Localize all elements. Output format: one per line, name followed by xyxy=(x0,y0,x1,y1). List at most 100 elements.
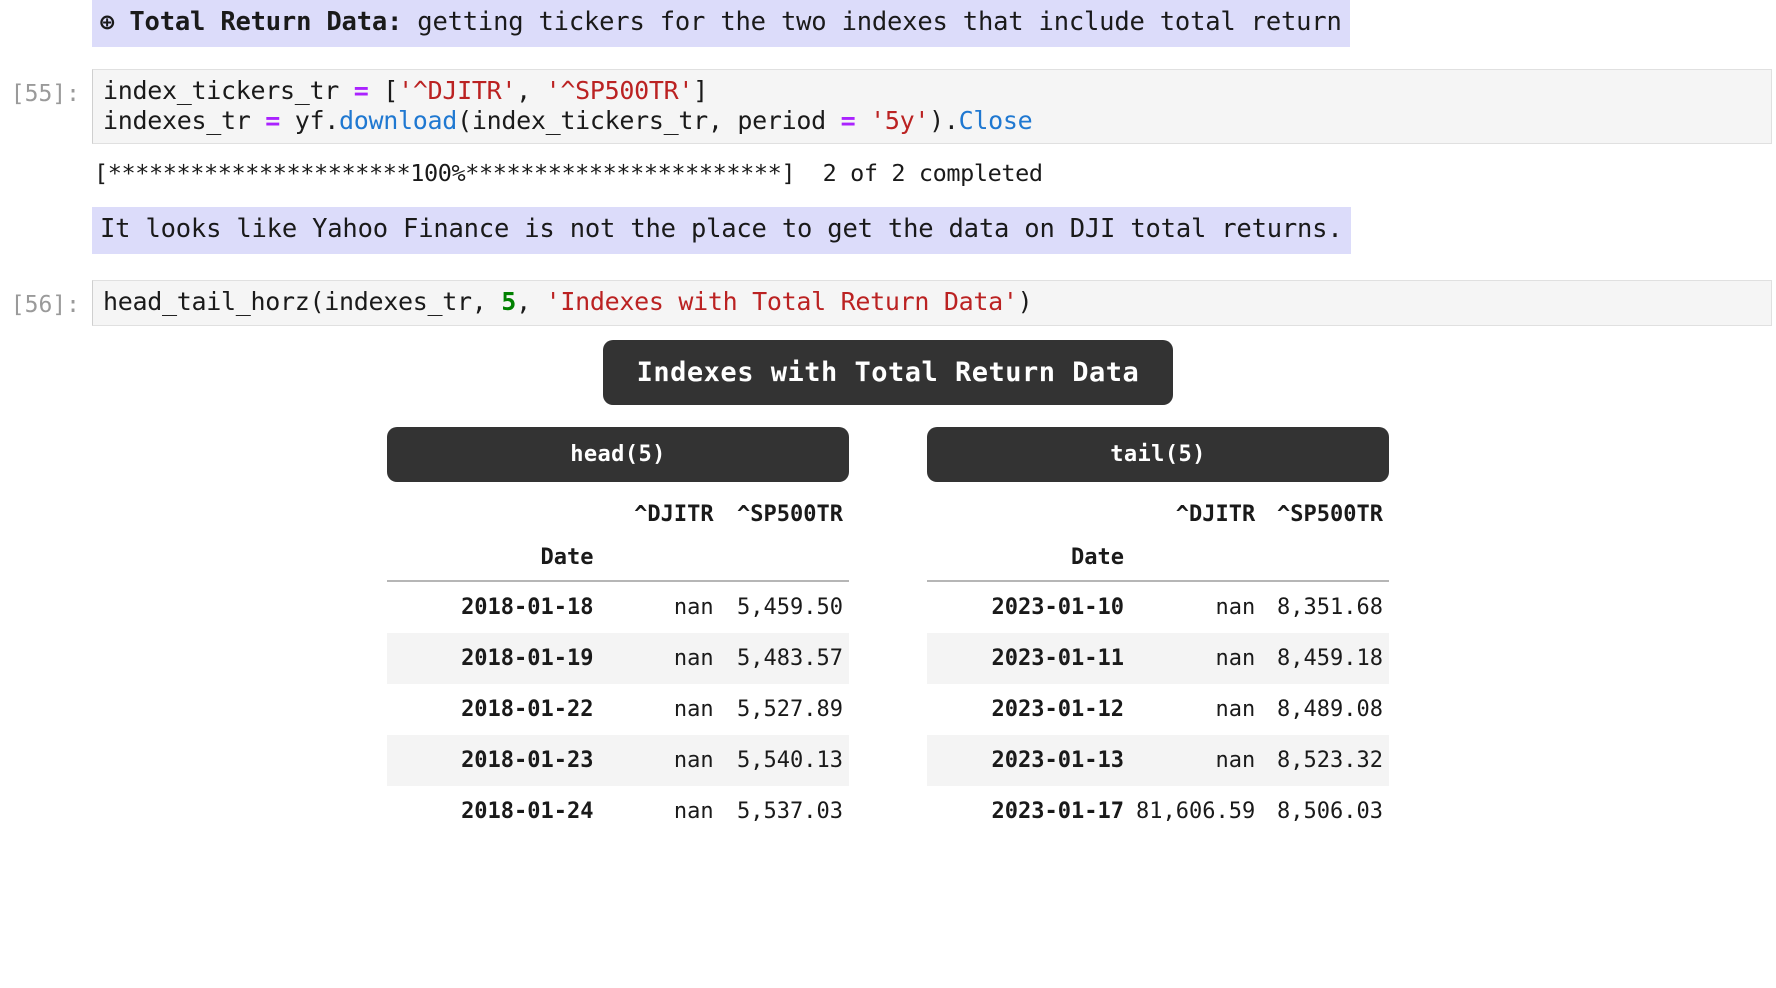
cell-djitr: nan xyxy=(1215,645,1256,671)
code-editor-56[interactable]: head_tail_horz(indexes_tr, 5, 'Indexes w… xyxy=(92,280,1772,326)
dataframe-title-banner: Indexes with Total Return Data xyxy=(602,339,1174,405)
markdown-rest-text: getting tickers for the two indexes that… xyxy=(402,7,1342,37)
cell-sp500tr: 8,459.18 xyxy=(1277,645,1383,671)
circled-plus-icon: ⊕ xyxy=(100,8,115,36)
cell-sp500tr: 8,489.08 xyxy=(1277,696,1383,722)
column-header-sp500tr: ^SP500TR xyxy=(737,501,843,527)
cell-sp500tr: 5,537.03 xyxy=(737,798,843,824)
corner-blank xyxy=(927,494,1130,533)
table-row: 2023-01-11 nan 8,459.18 xyxy=(927,632,1389,684)
cell-djitr: nan xyxy=(673,696,714,722)
cell-sp500tr: 5,540.13 xyxy=(737,747,843,773)
table-row: 2018-01-24 nan 5,537.03 xyxy=(387,785,849,837)
index-name-blank-1 xyxy=(1130,532,1262,582)
code-line-55-1: index_tickers_tr = ['^DJITR', '^SP500TR'… xyxy=(103,76,1771,106)
code-token: = xyxy=(353,76,369,106)
row-index: 2023-01-11 xyxy=(991,645,1124,671)
dataframe-block-head: head(5) ^DJITR ^SP500TR Date 2018-01-18 … xyxy=(387,426,849,837)
code-token: '^DJITR' xyxy=(398,76,517,106)
dataframe-block-tail: tail(5) ^DJITR ^SP500TR Date 2023-01-10 … xyxy=(927,426,1389,837)
cell-sp500tr: 5,459.50 xyxy=(737,594,843,620)
markdown-highlight-2: It looks like Yahoo Finance is not the p… xyxy=(92,206,1351,255)
index-name-blank-2 xyxy=(719,532,849,582)
download-progress-output: [**********************100%*************… xyxy=(94,159,1043,188)
jupyter-notebook: ⊕ Total Return Data: getting tickers for… xyxy=(0,0,1776,988)
cell-sp500tr: 8,506.03 xyxy=(1277,798,1383,824)
row-index: 2023-01-17 xyxy=(991,798,1124,824)
cell-djitr: nan xyxy=(673,594,714,620)
cell-sp500tr: 5,527.89 xyxy=(737,696,843,722)
code-token: Close xyxy=(958,105,1033,135)
row-index: 2018-01-19 xyxy=(461,645,594,671)
row-index: 2023-01-12 xyxy=(991,696,1124,722)
code-token: head_tail_horz(indexes_tr, xyxy=(103,287,502,317)
cell-djitr: nan xyxy=(1215,696,1256,722)
table-row: 2023-01-17 81,606.59 8,506.03 xyxy=(927,785,1389,837)
cell-djitr: nan xyxy=(673,747,714,773)
cell-djitr: 81,606.59 xyxy=(1136,798,1256,824)
markdown-bold-prefix: Total Return Data: xyxy=(129,7,403,37)
table-row: 2018-01-18 nan 5,459.50 xyxy=(387,580,849,633)
cell-sp500tr: 5,483.57 xyxy=(737,645,843,671)
table-row: 2023-01-12 nan 8,489.08 xyxy=(927,683,1389,735)
cell-djitr: nan xyxy=(673,645,714,671)
row-index: 2018-01-18 xyxy=(461,594,594,620)
dataframe-subtitle-head: head(5) xyxy=(387,426,849,482)
table-row: 2018-01-19 nan 5,483.57 xyxy=(387,632,849,684)
code-token: ] xyxy=(693,76,708,106)
code-token: ). xyxy=(929,105,959,135)
table-header-columns: ^DJITR ^SP500TR xyxy=(387,494,849,533)
cell-djitr: nan xyxy=(1215,594,1256,620)
code-token: indexes_tr xyxy=(103,105,266,135)
code-token: = xyxy=(840,105,856,135)
row-index: 2018-01-22 xyxy=(461,696,594,722)
code-line-55-2: indexes_tr = yf.download(index_tickers_t… xyxy=(103,106,1771,136)
cell-djitr: nan xyxy=(673,798,714,824)
code-token: (index_tickers_tr, period xyxy=(457,105,841,135)
code-token: download xyxy=(339,105,458,135)
cell-djitr: nan xyxy=(1215,747,1256,773)
code-cell-55[interactable]: [55]: index_tickers_tr = ['^DJITR', '^SP… xyxy=(0,69,1776,145)
row-index: 2023-01-13 xyxy=(991,747,1124,773)
table-header-index-name: Date xyxy=(927,532,1389,582)
stdout-gutter-55 xyxy=(0,144,92,199)
code-token: '^SP500TR' xyxy=(545,76,694,106)
code-token: , xyxy=(516,76,546,106)
markdown-cell-total-return-data[interactable]: ⊕ Total Return Data: getting tickers for… xyxy=(0,0,1776,48)
code-token: ) xyxy=(1017,287,1033,317)
dataframe-output: Indexes with Total Return Data head(5) ^… xyxy=(0,326,1776,837)
code-token: [ xyxy=(368,76,399,106)
table-row: 2018-01-23 nan 5,540.13 xyxy=(387,734,849,786)
table-row: 2023-01-13 nan 8,523.32 xyxy=(927,734,1389,786)
row-index: 2018-01-23 xyxy=(461,747,594,773)
stdout-row-55: [**********************100%*************… xyxy=(0,144,1776,199)
index-name-blank-1 xyxy=(599,532,720,582)
code-token: yf. xyxy=(280,105,340,135)
prompt-label-55: [55]: xyxy=(10,81,80,108)
markdown-cell-yahoo-note[interactable]: It looks like Yahoo Finance is not the p… xyxy=(0,206,1776,255)
code-token: 5 xyxy=(501,287,517,317)
code-token: = xyxy=(265,105,281,135)
code-editor-55[interactable]: index_tickers_tr = ['^DJITR', '^SP500TR'… xyxy=(92,69,1772,145)
column-header-sp500tr: ^SP500TR xyxy=(1277,501,1383,527)
table-row: 2018-01-22 nan 5,527.89 xyxy=(387,683,849,735)
cell-sp500tr: 8,351.68 xyxy=(1277,594,1383,620)
code-token: , xyxy=(516,287,546,317)
column-header-djitr: ^DJITR xyxy=(634,501,714,527)
code-token: 'Indexes with Total Return Data' xyxy=(545,287,1018,317)
row-index: 2023-01-10 xyxy=(991,594,1124,620)
table-header-columns: ^DJITR ^SP500TR xyxy=(927,494,1389,533)
code-token: index_tickers_tr xyxy=(103,76,354,106)
row-index: 2018-01-24 xyxy=(461,798,594,824)
index-name-blank-2 xyxy=(1261,532,1389,582)
code-token: '5y' xyxy=(870,105,930,135)
dataframe-subtitle-tail: tail(5) xyxy=(927,426,1389,482)
column-header-djitr: ^DJITR xyxy=(1175,501,1256,527)
code-cell-56[interactable]: [56]: head_tail_horz(indexes_tr, 5, 'Ind… xyxy=(0,280,1776,326)
table-header-index-name: Date xyxy=(387,532,849,582)
dataframe-table-head: ^DJITR ^SP500TR Date 2018-01-18 nan 5,45… xyxy=(387,494,849,837)
index-name-date: Date xyxy=(387,532,600,582)
markdown-highlight-1: ⊕ Total Return Data: getting tickers for… xyxy=(92,0,1350,48)
dataframe-tables-container: head(5) ^DJITR ^SP500TR Date 2018-01-18 … xyxy=(387,426,1389,837)
